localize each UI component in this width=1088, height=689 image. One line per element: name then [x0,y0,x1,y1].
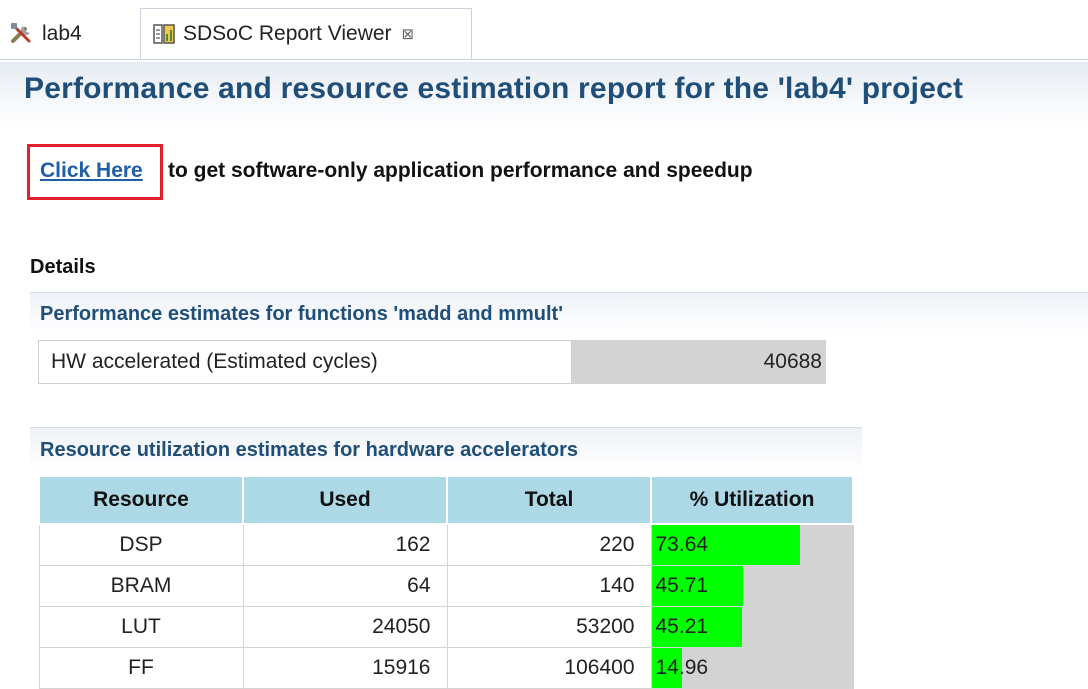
tab-label: SDSoC Report Viewer [183,22,392,45]
performance-section-heading: Performance estimates for functions 'mad… [30,292,1088,336]
link-description: to get software-only application perform… [168,159,753,182]
performance-label: HW accelerated (Estimated cycles) [38,340,572,384]
utilization-cell: 73.64 [650,523,854,566]
utilization-value: 45.21 [655,615,709,638]
used-cell: 64 [242,565,448,607]
table-row: FF 15916 106400 14.96 [38,647,854,689]
column-header-used: Used [242,475,448,525]
resource-cell: DSP [38,523,244,566]
tab-sdsoc-report-viewer[interactable]: SDSoC Report Viewer ⊠ [140,8,472,59]
click-here-link[interactable]: Click Here [40,159,143,183]
resource-table: Resource Used Total % Utilization DSP 16… [38,475,854,689]
resource-cell: LUT [38,606,244,648]
used-cell: 15916 [242,647,448,689]
total-cell: 220 [446,523,652,566]
page-title: Performance and resource estimation repo… [24,72,964,105]
column-header-total: Total [446,475,652,525]
performance-row: HW accelerated (Estimated cycles) 40688 [38,340,826,384]
table-row: BRAM 64 140 45.71 [38,565,854,607]
utilization-cell: 14.96 [650,647,854,689]
utilization-value: 45.71 [655,574,709,597]
details-heading: Details [30,256,96,278]
editor-tab-bar: lab4 SDSoC Report Viewer ⊠ [0,0,1088,60]
column-header-resource: Resource [38,475,244,525]
close-icon[interactable]: ⊠ [402,25,415,43]
performance-heading-text: Performance estimates for functions 'mad… [40,303,563,325]
resource-heading-text: Resource utilization estimates for hardw… [40,439,578,461]
total-cell: 140 [446,565,652,607]
tab-bar-divider [0,59,1088,60]
used-cell: 162 [242,523,448,566]
performance-value: 40688 [572,340,826,384]
tab-label: lab4 [42,21,82,45]
used-cell: 24050 [242,606,448,648]
total-cell: 53200 [446,606,652,648]
table-row: DSP 162 220 73.64 [38,523,854,566]
utilization-cell: 45.71 [650,565,854,607]
resource-section-heading: Resource utilization estimates for hardw… [30,427,862,473]
report-icon [153,24,175,44]
table-row: LUT 24050 53200 45.21 [38,606,854,648]
utilization-value: 14.96 [655,656,709,679]
total-cell: 106400 [446,647,652,689]
tools-icon [11,22,31,43]
table-header-row: Resource Used Total % Utilization [38,475,854,525]
tab-lab4[interactable]: lab4 [8,8,138,59]
resource-cell: BRAM [38,565,244,607]
utilization-value: 73.64 [655,533,709,556]
column-header-utilization: % Utilization [650,475,854,525]
resource-cell: FF [38,647,244,689]
utilization-cell: 45.21 [650,606,854,648]
